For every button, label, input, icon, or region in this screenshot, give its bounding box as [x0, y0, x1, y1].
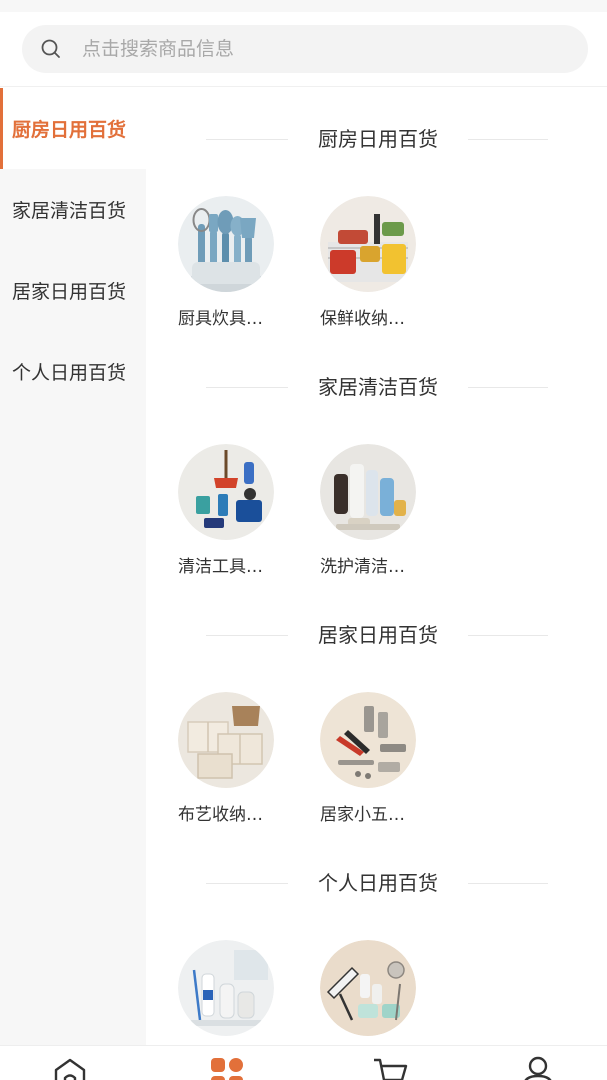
travel-kit-image [320, 940, 416, 1036]
divider [206, 139, 288, 140]
category-section: 个人日用百货 [146, 832, 607, 1045]
category-content: 厨房日用百货 厨具炊具… 保鲜收纳… 家居清洁百货 清洁工具… 洗护清洁… 居家… [146, 88, 607, 1045]
category-section: 家居清洁百货 清洁工具… 洗护清洁… [146, 336, 607, 584]
category-icon[interactable] [207, 1056, 247, 1080]
sidebar-item-label: 家居清洁百货 [12, 200, 127, 222]
status-bar-area [0, 0, 607, 12]
subcategory-label: 居家小五… [320, 805, 405, 825]
subcategory-label: 厨具炊具… [178, 309, 263, 329]
search-box[interactable] [22, 25, 588, 73]
divider [468, 139, 548, 140]
section-title: 厨房日用百货 [318, 127, 438, 151]
subcategory-item[interactable]: 厨具炊具… [178, 196, 282, 329]
fresh-storage-image [320, 196, 416, 292]
bottom-tab-bar [0, 1045, 607, 1080]
kitchen-utensils-image [178, 196, 274, 296]
sidebar-item-kitchen[interactable]: 厨房日用百货 [0, 88, 146, 169]
sidebar-item-label: 个人日用百货 [12, 362, 127, 384]
section-header: 家居清洁百货 [146, 372, 607, 402]
category-section: 厨房日用百货 厨具炊具… 保鲜收纳… [146, 88, 607, 336]
divider [206, 387, 288, 388]
section-header: 居家日用百货 [146, 620, 607, 650]
divider [468, 635, 548, 636]
subcategory-item[interactable] [178, 940, 282, 1045]
sidebar-item-label: 居家日用百货 [12, 281, 127, 303]
section-title: 家居清洁百货 [318, 375, 438, 399]
section-header: 厨房日用百货 [146, 124, 607, 154]
subcategory-item[interactable] [320, 940, 424, 1045]
sidebar-item-household[interactable]: 居家日用百货 [0, 250, 146, 331]
search-input[interactable] [82, 25, 572, 73]
sidebar-item-label: 厨房日用百货 [12, 119, 127, 141]
subcategory-item[interactable]: 保鲜收纳… [320, 196, 424, 329]
divider [206, 883, 288, 884]
subcategory-label: 洗护清洁… [320, 557, 405, 577]
subcategory-item[interactable]: 居家小五… [320, 692, 424, 825]
divider [468, 387, 548, 388]
cart-icon[interactable] [370, 1056, 410, 1080]
subcategory-label: 保鲜收纳… [320, 309, 405, 329]
category-section: 居家日用百货 布艺收纳… 居家小五… [146, 584, 607, 832]
subcategory-item[interactable]: 清洁工具… [178, 444, 282, 577]
subcategory-item[interactable]: 洗护清洁… [320, 444, 424, 577]
category-sidebar: 厨房日用百货 家居清洁百货 居家日用百货 个人日用百货 [0, 88, 146, 1045]
subcategory-label: 布艺收纳… [178, 805, 263, 825]
sidebar-item-home-cleaning[interactable]: 家居清洁百货 [0, 169, 146, 250]
divider [206, 635, 288, 636]
user-icon[interactable] [518, 1056, 558, 1080]
divider [468, 883, 548, 884]
subcategory-label: 清洁工具… [178, 557, 263, 577]
home-hardware-image [320, 692, 416, 788]
search-icon [41, 39, 60, 58]
section-header: 个人日用百货 [146, 868, 607, 898]
section-title: 个人日用百货 [318, 871, 438, 895]
search-bar [0, 12, 607, 87]
wash-care-image [320, 444, 416, 540]
personal-care-image [178, 940, 274, 1036]
fabric-storage-image [178, 692, 274, 788]
cleaning-tools-image [178, 444, 274, 540]
home-icon[interactable] [50, 1056, 90, 1080]
section-title: 居家日用百货 [318, 623, 438, 647]
sidebar-item-personal[interactable]: 个人日用百货 [0, 331, 146, 412]
subcategory-item[interactable]: 布艺收纳… [178, 692, 282, 825]
